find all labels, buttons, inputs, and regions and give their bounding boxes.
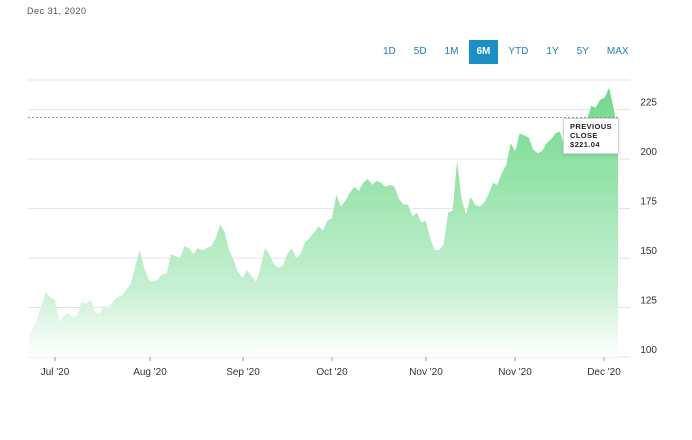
x-axis-ticks: Jul '20 Aug '20 Sep '20 Oct '20 Nov '20 Nov '… (41, 357, 621, 378)
y-tick-label: 150 (640, 246, 657, 257)
previous-close-tooltip: PREVIOUS CLOSE $221.04 (563, 118, 619, 154)
tooltip-line2: CLOSE (570, 131, 598, 140)
y-axis-ticks: 100 125 150 175 200 225 (640, 98, 657, 356)
x-tick-label: Jul '20 (41, 367, 70, 378)
x-tick-label: Dec '20 (587, 367, 621, 378)
x-tick-label: Oct '20 (316, 367, 348, 378)
tooltip-line1: PREVIOUS (570, 122, 612, 131)
price-area (28, 87, 618, 357)
y-tick-label: 200 (640, 147, 657, 158)
y-tick-label: 125 (640, 296, 657, 307)
price-chart[interactable]: 100 125 150 175 200 225 Jul '20 Aug '20 Sep '20… (0, 0, 692, 440)
x-tick-label: Aug '20 (133, 367, 167, 378)
x-tick-label: Nov '20 (409, 367, 443, 378)
y-tick-label: 225 (640, 98, 657, 109)
x-tick-label: Nov '20 (498, 367, 532, 378)
tooltip-value: $221.04 (570, 140, 600, 149)
y-tick-label: 175 (640, 197, 657, 208)
y-tick-label: 100 (640, 345, 657, 356)
x-tick-label: Sep '20 (226, 367, 260, 378)
